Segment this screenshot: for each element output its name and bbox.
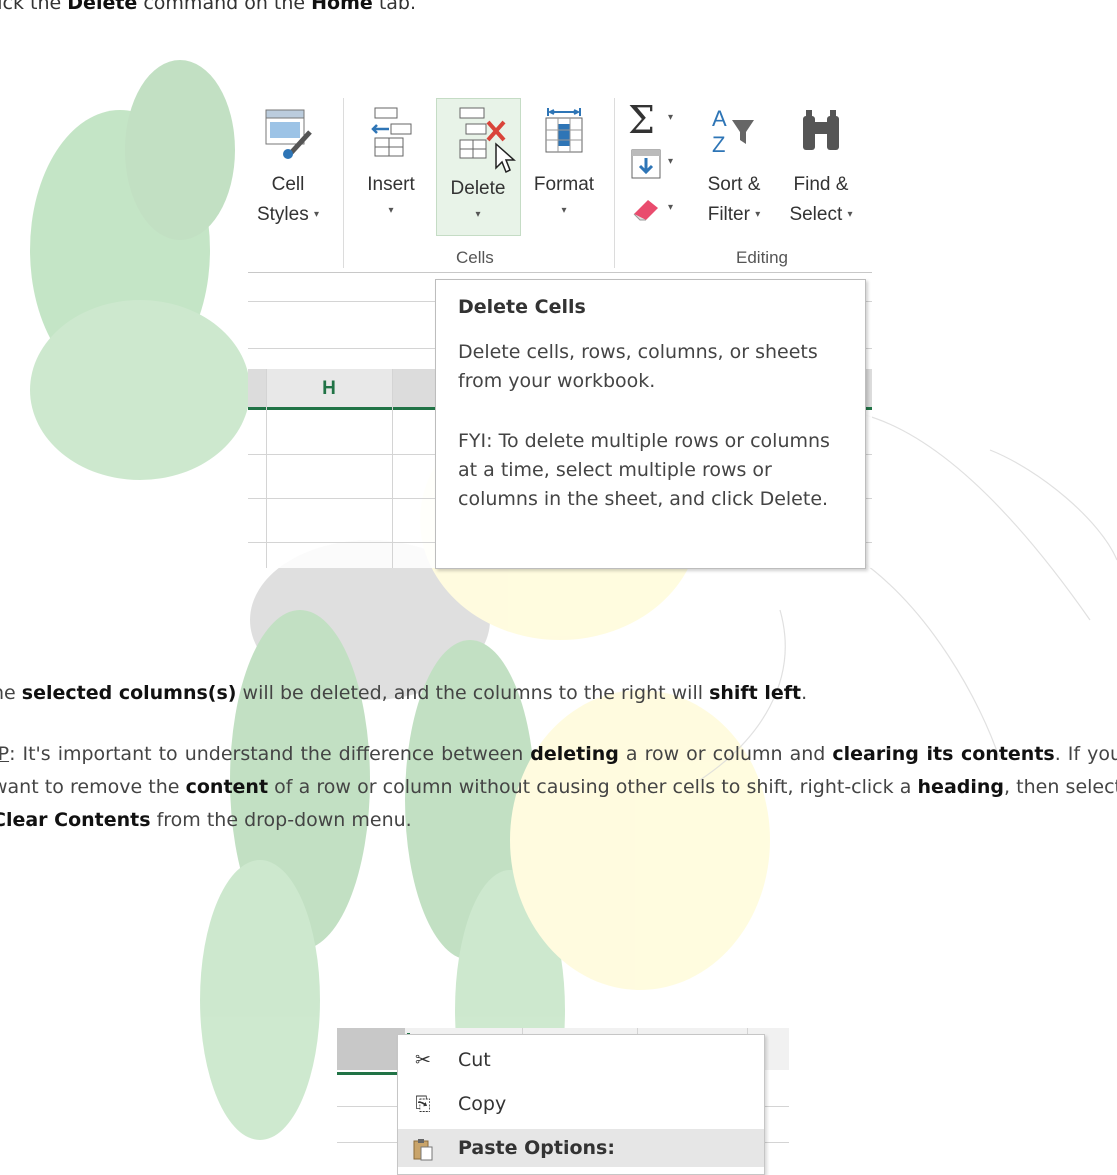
mouse-cursor-icon	[495, 142, 516, 174]
cell-styles-label-2: Styles ▾	[256, 204, 320, 226]
cell-styles-button[interactable]: Cell Styles ▾	[248, 104, 328, 230]
find-select-label-2: Select ▾	[789, 204, 853, 226]
menu-item-paste-label: Paste Options:	[458, 1137, 615, 1159]
column-line	[392, 369, 393, 568]
binoculars-icon	[803, 110, 839, 150]
svg-text:A: A	[712, 106, 727, 131]
find-select-button[interactable]: Find & Select ▾	[778, 104, 864, 230]
insert-cells-icon	[371, 107, 412, 157]
cell-styles-icon	[265, 109, 312, 159]
sort-filter-button[interactable]: A Z Sort & Filter ▾	[696, 104, 772, 230]
menu-item-cut-label: Cut	[458, 1049, 491, 1071]
format-button[interactable]: Format ▾	[524, 104, 604, 222]
tip-paragraph: IP: It's important to understand the dif…	[0, 738, 1117, 837]
menu-item-paste-options[interactable]: Paste Options:	[398, 1129, 764, 1167]
row-header-selected	[337, 1028, 405, 1070]
menu-item-copy[interactable]: ⎘ Copy	[398, 1085, 764, 1123]
context-menu-screenshot: ✂ Cut ⎘ Copy Paste Options:	[337, 1028, 789, 1175]
format-caret: ▾	[561, 205, 567, 216]
menu-item-cut[interactable]: ✂ Cut	[398, 1041, 764, 1079]
tooltip-fyi: FYI: To delete multiple rows or columns …	[458, 430, 830, 510]
format-cells-icon	[545, 108, 583, 153]
tooltip-title: Delete Cells	[458, 296, 586, 318]
group-label-editing: Editing	[736, 248, 788, 267]
delete-cells-tooltip: Delete Cells Delete cells, rows, columns…	[435, 279, 866, 569]
sort-filter-label-1: Sort &	[707, 174, 761, 195]
fill-caret: ▾	[668, 156, 674, 167]
clear-button[interactable]: ▾	[630, 194, 682, 230]
eraser-icon	[633, 200, 658, 221]
context-menu: ✂ Cut ⎘ Copy Paste Options:	[397, 1034, 765, 1175]
find-select-label-1: Find &	[793, 174, 849, 195]
column-line	[266, 369, 267, 568]
insert-caret: ▾	[388, 205, 394, 216]
scissors-icon: ✂	[415, 1049, 431, 1071]
group-separator	[343, 98, 344, 268]
sort-filter-icon: A Z	[712, 106, 754, 157]
tooltip-body: Delete cells, rows, columns, or sheets f…	[458, 341, 818, 392]
clipboard-icon	[408, 1129, 438, 1167]
selected-columns-text: selected columns(s)	[21, 682, 237, 704]
fill-button[interactable]: ▾	[630, 148, 682, 184]
copy-icon: ⎘	[415, 1093, 431, 1115]
instruction-post: tab.	[372, 0, 417, 14]
autosum-caret: ▾	[668, 112, 674, 123]
autosum-button[interactable]: Σ ▾	[628, 100, 680, 140]
fill-down-icon	[631, 149, 661, 179]
format-label: Format	[533, 174, 595, 195]
clear-caret: ▾	[668, 202, 674, 213]
instruction-tab: Home	[311, 0, 373, 14]
shift-left-text: shift left	[709, 682, 802, 704]
tip-label: IP	[0, 743, 10, 765]
group-separator	[614, 98, 615, 268]
ribbon-screenshot: Cell Styles ▾ Insert ▾ Delete ▾ Format ▾…	[248, 86, 872, 569]
column-header-h[interactable]: H	[266, 369, 392, 409]
menu-item-copy-label: Copy	[458, 1093, 507, 1115]
instruction-pre: lick the	[0, 0, 62, 14]
svg-text:Z: Z	[712, 132, 725, 157]
insert-label: Insert	[367, 174, 415, 195]
sort-filter-label-2: Filter ▾	[707, 204, 761, 226]
instruction-command: Delete	[67, 0, 138, 14]
cell-styles-label-1: Cell	[271, 174, 305, 195]
ribbon-bottom-border	[248, 272, 872, 273]
result-paragraph: he selected columns(s) will be deleted, …	[0, 682, 808, 704]
group-label-cells: Cells	[456, 248, 494, 267]
instruction-mid: command on the	[137, 0, 312, 14]
delete-label: Delete	[450, 178, 506, 199]
instruction-text: lick the Delete command on the Home tab.	[0, 0, 416, 15]
delete-caret: ▾	[475, 209, 481, 220]
insert-button[interactable]: Insert ▾	[356, 104, 426, 222]
sigma-icon: Σ	[628, 98, 655, 142]
